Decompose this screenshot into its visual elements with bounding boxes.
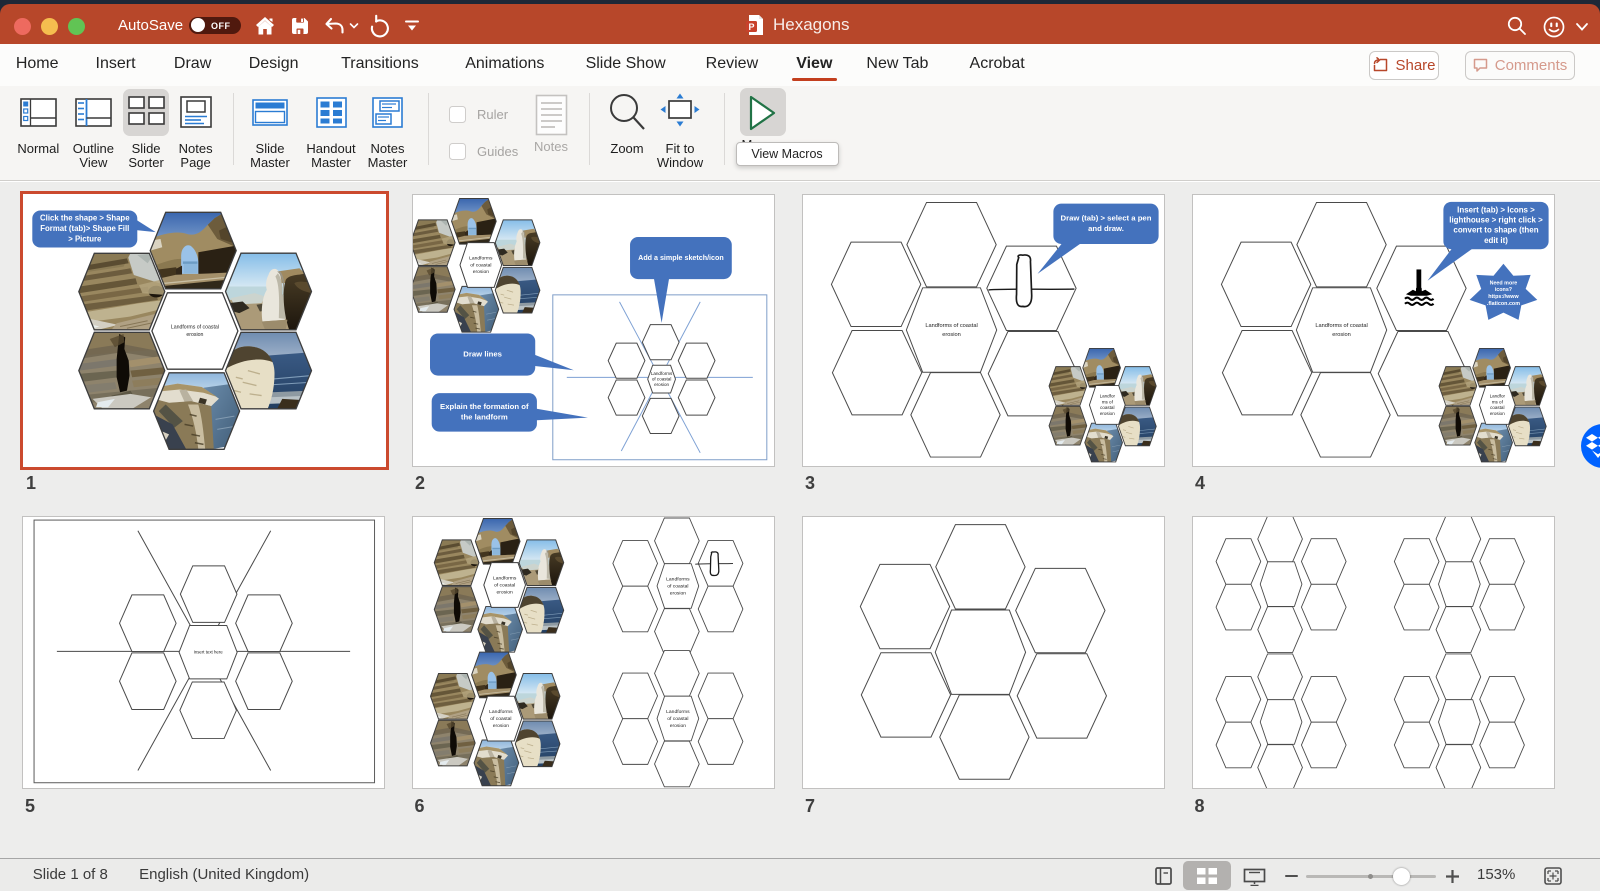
svg-text:ms of: ms of [1491, 399, 1503, 404]
svg-text:P: P [748, 22, 754, 32]
svg-text:Add a simple sketch/icon: Add a simple sketch/icon [638, 254, 724, 262]
svg-text:lighthouse > right click >: lighthouse > right click > [1449, 216, 1543, 225]
svg-text:Insert text here: Insert text here [194, 649, 224, 654]
svg-text:Draw lines: Draw lines [463, 350, 502, 359]
svg-text:erosion: erosion [186, 332, 203, 338]
svg-text:of coastal: of coastal [667, 716, 688, 722]
svg-text:and draw.: and draw. [1088, 224, 1124, 233]
svg-text:of coastal: of coastal [470, 262, 491, 268]
svg-text:erosion: erosion [669, 590, 685, 596]
svg-text:convert to shape (then: convert to shape (then [1453, 226, 1538, 235]
svg-text:erosion: erosion [654, 382, 669, 387]
svg-text:erosion: erosion [496, 589, 512, 595]
svg-text:coastal: coastal [1490, 405, 1504, 410]
svg-text:erosion: erosion [492, 723, 508, 729]
svg-text:Landforms: Landforms [489, 709, 513, 715]
svg-text:Landforms of coastal: Landforms of coastal [171, 324, 219, 330]
svg-text:Landforms: Landforms [666, 576, 690, 582]
svg-text:Landforms: Landforms [666, 709, 690, 715]
svg-text:of coastal: of coastal [494, 582, 515, 588]
svg-text:Landforms: Landforms [492, 575, 516, 581]
svg-text:Landforms: Landforms [469, 255, 493, 261]
svg-text:the landform: the landform [460, 413, 507, 422]
svg-text:Landforms: Landforms [650, 371, 672, 376]
svg-text:Landforms of coastal: Landforms of coastal [925, 323, 977, 329]
svg-text:of coastal: of coastal [667, 583, 688, 589]
svg-text:Landforms of coastal: Landforms of coastal [1315, 323, 1367, 329]
svg-text:Landfor: Landfor [1099, 394, 1115, 399]
svg-text:of coastal: of coastal [490, 716, 511, 722]
svg-text:erosion: erosion [1489, 411, 1504, 416]
svg-text:Draw (tab) > select a pen: Draw (tab) > select a pen [1060, 214, 1151, 223]
svg-text:erosion: erosion [1332, 332, 1351, 338]
svg-text:erosion: erosion [1099, 411, 1114, 416]
svg-text:icons?: icons? [1494, 287, 1511, 293]
svg-text:> Picture: > Picture [68, 234, 102, 243]
svg-text:Click the shape > Shape: Click the shape > Shape [40, 213, 130, 222]
svg-text:edit it): edit it) [1484, 236, 1508, 245]
svg-text:erosion: erosion [472, 269, 488, 275]
svg-text:erosion: erosion [942, 332, 961, 338]
svg-text:Landfor: Landfor [1489, 394, 1505, 399]
svg-text:of coastal: of coastal [651, 376, 670, 381]
svg-text:Insert (tab) > Icons >: Insert (tab) > Icons > [1457, 205, 1535, 214]
svg-text:ms of: ms of [1101, 399, 1113, 404]
svg-text:erosion: erosion [669, 723, 685, 729]
svg-text:.flaticon.com: .flaticon.com [1486, 301, 1519, 307]
svg-text:Need more: Need more [1489, 280, 1517, 286]
svg-text:Explain the formation of: Explain the formation of [440, 402, 529, 411]
svg-text:Format (tab)> Shape Fill: Format (tab)> Shape Fill [40, 224, 129, 233]
svg-text:coastal: coastal [1100, 405, 1114, 410]
svg-text:https://www: https://www [1488, 294, 1519, 300]
